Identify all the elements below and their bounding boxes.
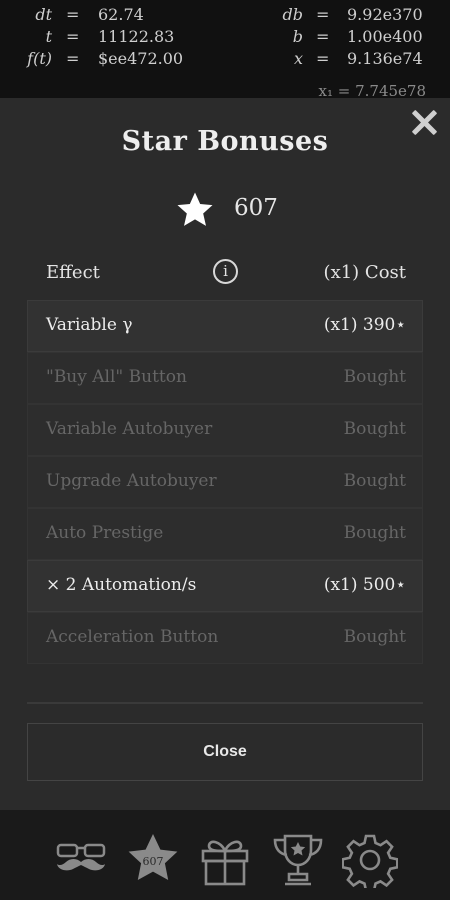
equation-b: b = 1.00e400 (250, 27, 450, 49)
equation-symbol: b (292, 27, 303, 46)
equation-value: $ee472.00 (98, 49, 184, 68)
equals-sign: = (316, 49, 330, 68)
equals-sign: = (66, 5, 80, 24)
equation-value: 9.136e74 (347, 49, 423, 68)
bonus-label: Variable Autobuyer (46, 419, 213, 439)
equation-dt: dt = 62.74 (0, 5, 210, 27)
gear-icon (341, 834, 399, 892)
divider (27, 702, 423, 704)
bonus-label: Variable γ (46, 315, 133, 335)
star-balance: 607 (0, 190, 450, 230)
bonus-row-acceleration-button: Acceleration Button Bought (27, 612, 423, 664)
effect-column-header: Effect (46, 262, 100, 283)
close-button[interactable]: Close (27, 723, 423, 781)
equation-value: 9.92e370 (347, 5, 423, 24)
nav-settings[interactable] (341, 832, 399, 892)
bonus-row-buy-all-button: "Buy All" Button Bought (27, 352, 423, 404)
equation-symbol: t (45, 27, 52, 46)
bonus-row-automation-rate[interactable]: × 2 Automation/s (x1) 500⋆ (27, 560, 423, 612)
bonus-status: Bought (343, 627, 406, 647)
bonus-row-variable-gamma[interactable]: Variable γ (x1) 390⋆ (27, 300, 423, 352)
bonus-table: Variable γ (x1) 390⋆ "Buy All" Button Bo… (27, 300, 423, 664)
bonus-row-variable-autobuyer: Variable Autobuyer Bought (27, 404, 423, 456)
info-icon[interactable]: i (213, 259, 238, 284)
equation-t: t = 11122.83 (0, 27, 210, 49)
nav-gifts[interactable] (197, 832, 253, 888)
equation-x: x = 9.136e74 (250, 49, 450, 71)
equals-sign: = (66, 49, 80, 68)
bonus-status: Bought (343, 367, 406, 387)
trophy-icon (273, 834, 323, 886)
bonus-status: Bought (343, 471, 406, 491)
equation-symbol: f(t) (27, 49, 52, 68)
bonus-row-auto-prestige: Auto Prestige Bought (27, 508, 423, 560)
bonus-cost: (x1) 390⋆ (323, 315, 406, 335)
table-header: Effect i (x1) Cost (27, 256, 423, 292)
nav-star-bonuses[interactable]: 607 (125, 832, 181, 888)
mustache-glasses-icon (56, 843, 106, 871)
equation-symbol: dt (35, 5, 52, 24)
equation-symbol: x (293, 49, 303, 68)
equation-value: 62.74 (98, 5, 144, 24)
gift-icon (201, 840, 249, 886)
nav-students[interactable] (53, 832, 109, 888)
bonus-label: "Buy All" Button (46, 367, 187, 387)
nav-achievements[interactable] (270, 832, 326, 888)
cost-column-header: (x1) Cost (323, 262, 406, 283)
star-count: 607 (234, 195, 278, 221)
bonus-label: Auto Prestige (46, 523, 164, 543)
equals-sign: = (316, 27, 330, 46)
bonus-status: Bought (343, 419, 406, 439)
equation-ft: f(t) = $ee472.00 (0, 49, 210, 71)
nav-star-count: 607 (142, 855, 164, 868)
bonus-label: Acceleration Button (46, 627, 219, 647)
equation-value: 1.00e400 (347, 27, 423, 46)
bonus-label: Upgrade Autobuyer (46, 471, 217, 491)
bonus-cost: (x1) 500⋆ (323, 575, 406, 595)
equation-panel: dt = 62.74 t = 11122.83 f(t) = $ee472.00… (0, 0, 450, 100)
star-bonuses-dialog: Star Bonuses 607 Effect i (x1) Cost Vari… (0, 98, 450, 810)
equals-sign: = (316, 5, 330, 24)
bonus-label: × 2 Automation/s (46, 575, 197, 595)
equation-symbol: db (282, 5, 303, 24)
bonus-row-upgrade-autobuyer: Upgrade Autobuyer Bought (27, 456, 423, 508)
equals-sign: = (66, 27, 80, 46)
star-icon (177, 192, 213, 226)
bonus-status: Bought (343, 523, 406, 543)
bottom-nav: 607 (0, 810, 450, 900)
dialog-title: Star Bonuses (121, 126, 329, 157)
equation-db: db = 9.92e370 (250, 5, 450, 27)
equation-value: 11122.83 (98, 27, 175, 46)
